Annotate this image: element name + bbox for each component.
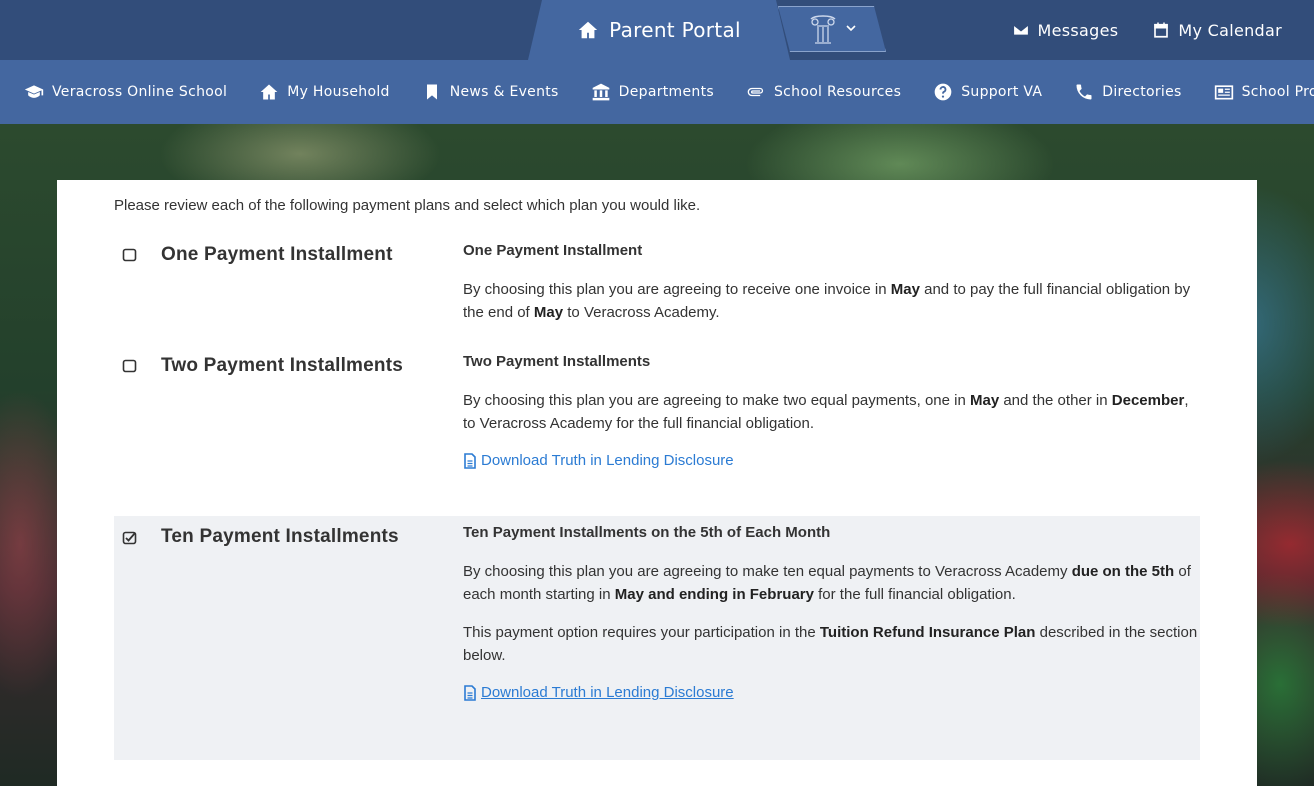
nav-item-label: News & Events — [449, 84, 559, 100]
my-calendar-link[interactable]: My Calendar — [1152, 21, 1282, 40]
intro-text: Please review each of the following paym… — [114, 197, 701, 214]
top-bar: Parent Portal Messages My Calendar — [0, 0, 1314, 60]
nav-item-school-programs[interactable]: School Programs — [1214, 82, 1314, 102]
nav-item-label: Veracross Online School — [52, 84, 228, 100]
nav-item-support-va[interactable]: Support VA — [933, 82, 1042, 102]
main-nav: Veracross Online School My Household New… — [0, 60, 1314, 124]
plan-name: One Payment Installment — [161, 244, 393, 265]
nav-item-label: School Resources — [773, 84, 902, 100]
plan-requirement-note: This payment option requires your partic… — [463, 624, 1198, 664]
nav-item-label: Support VA — [961, 84, 1043, 100]
messages-label: Messages — [1037, 20, 1119, 40]
plan-checkbox[interactable] — [122, 248, 137, 263]
bookmark-icon — [426, 84, 437, 100]
download-disclosure-link[interactable]: Download Truth in Lending Disclosure — [463, 684, 734, 701]
plan-name: Two Payment Installments — [161, 355, 404, 376]
plan-checkbox[interactable] — [122, 531, 137, 546]
graduation-cap-icon — [24, 85, 44, 98]
nav-item-veracross-online-school[interactable]: Veracross Online School — [24, 82, 227, 102]
chevron-down-icon — [846, 25, 856, 32]
messages-link[interactable]: Messages — [1012, 21, 1119, 40]
nav-item-my-household[interactable]: My Household — [259, 82, 390, 102]
school-switcher-button[interactable] — [778, 6, 886, 52]
plan-description: By choosing this plan you are agreeing t… — [463, 392, 1189, 432]
nav-item-label: School Programs — [1241, 84, 1314, 100]
nav-item-directories[interactable]: Directories — [1074, 82, 1181, 102]
download-disclosure-link[interactable]: Download Truth in Lending Disclosure — [463, 452, 734, 469]
paperclip-icon — [747, 87, 764, 97]
home-icon — [578, 21, 598, 39]
checkbox-checked-icon — [122, 531, 137, 545]
column-logo-icon — [810, 15, 836, 44]
my-calendar-label: My Calendar — [1178, 20, 1282, 40]
help-circle-icon — [934, 83, 952, 101]
plan-checkbox[interactable] — [122, 359, 137, 374]
checkbox-unchecked-icon — [122, 248, 137, 262]
institution-icon — [592, 83, 609, 101]
payment-plans-panel: Please review each of the following paym… — [57, 180, 1257, 786]
document-icon — [464, 684, 476, 701]
calendar-icon — [1154, 22, 1169, 38]
checkbox-unchecked-icon — [122, 359, 137, 373]
phone-icon — [1076, 84, 1092, 100]
nav-item-school-resources[interactable]: School Resources — [746, 82, 901, 102]
plan-title: One Payment Installment — [463, 242, 643, 259]
plan-ten-payments: Ten Payment Installments Ten Payment Ins… — [114, 516, 1200, 760]
home-icon — [260, 84, 278, 100]
plan-description: By choosing this plan you are agreeing t… — [463, 281, 1191, 321]
nav-item-label: Departments — [618, 84, 714, 100]
plan-name: Ten Payment Installments — [161, 526, 399, 547]
plan-title: Two Payment Installments — [463, 353, 651, 370]
envelope-icon — [1012, 24, 1029, 36]
plan-description: By choosing this plan you are agreeing t… — [463, 563, 1191, 603]
nav-item-label: Directories — [1102, 84, 1182, 100]
newspaper-icon — [1214, 85, 1233, 100]
plan-two-payments: Two Payment Installments Two Payment Ins… — [114, 347, 1200, 497]
document-icon — [464, 452, 476, 469]
plan-one-payment: One Payment Installment One Payment Inst… — [114, 236, 1200, 332]
parent-portal-label: Parent Portal — [609, 18, 741, 42]
nav-item-departments[interactable]: Departments — [591, 82, 714, 102]
nav-item-label: My Household — [287, 84, 390, 100]
plan-title: Ten Payment Installments on the 5th of E… — [463, 524, 831, 541]
parent-portal-tab[interactable]: Parent Portal — [528, 0, 790, 60]
nav-item-news-events[interactable]: News & Events — [422, 82, 559, 102]
